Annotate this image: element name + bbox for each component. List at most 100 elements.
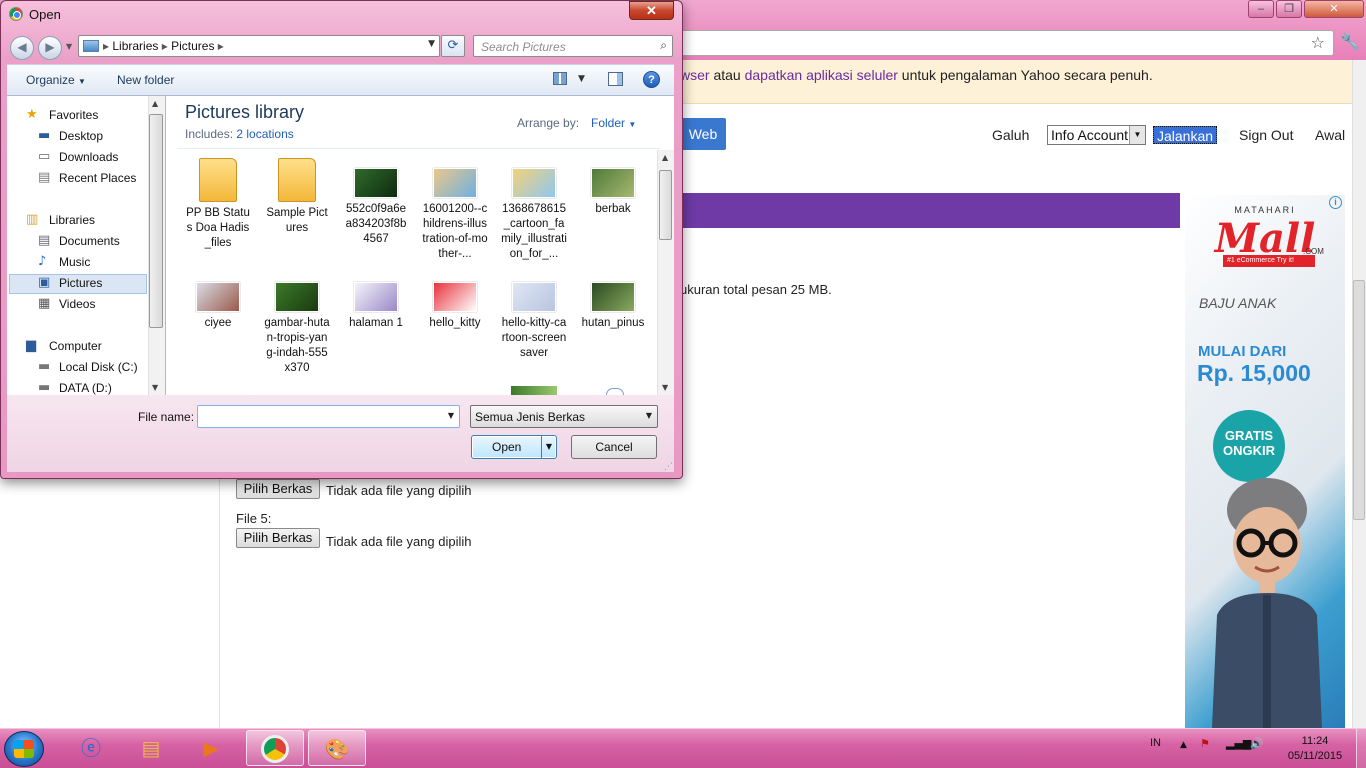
- banner-app-link[interactable]: dapatkan aplikasi seluler: [745, 67, 898, 83]
- library-icon: [83, 40, 99, 52]
- nav-item-libraries[interactable]: Libraries: [49, 213, 95, 227]
- nav-item-recent-places[interactable]: Recent Places: [59, 171, 136, 185]
- scroll-up-icon[interactable]: ▲: [152, 99, 158, 108]
- web-search-button[interactable]: Web: [680, 118, 726, 150]
- sign-out-link[interactable]: Sign Out: [1239, 127, 1293, 143]
- user-name[interactable]: Galuh: [992, 127, 1029, 143]
- breadcrumb-separator: ▸: [103, 39, 113, 53]
- wrench-icon[interactable]: 🔧: [1340, 32, 1360, 51]
- file-item[interactable]: hello-kitty-cartoon-screensaver: [495, 272, 573, 361]
- nav-item-favorites[interactable]: Favorites: [49, 108, 98, 122]
- chevron-down-icon: ▼: [78, 77, 86, 86]
- new-folder-button[interactable]: New folder: [117, 73, 174, 87]
- nav-item-downloads[interactable]: Downloads: [59, 150, 118, 164]
- forward-arrow-icon[interactable]: ▶: [38, 36, 62, 60]
- close-window-button[interactable]: ✕: [1304, 0, 1364, 18]
- nav-item-desktop[interactable]: Desktop: [59, 129, 103, 143]
- chrome-taskbar-icon[interactable]: [246, 730, 304, 766]
- files-scrollbar-thumb[interactable]: [659, 170, 672, 240]
- banner-text-part: atau: [709, 67, 745, 83]
- file-name: gambar-hutan-tropis-yang-indah-555x370: [264, 317, 330, 374]
- choose-file-5-button[interactable]: Pilih Berkas: [236, 528, 320, 548]
- nav-item-music[interactable]: Music: [59, 255, 90, 269]
- open-options-dropdown[interactable]: ▼: [541, 436, 556, 458]
- jalankan-button[interactable]: Jalankan: [1153, 126, 1218, 144]
- breadcrumb-libraries[interactable]: Libraries: [112, 39, 158, 53]
- advertisement[interactable]: i MATAHARI Mall .COM #1 eCommerce Try it…: [1185, 195, 1345, 728]
- refresh-icon[interactable]: ⟳: [441, 35, 465, 57]
- file-item[interactable]: berbak: [574, 158, 652, 217]
- file-item[interactable]: halaman 1: [337, 272, 415, 331]
- folder-icon: [199, 158, 237, 202]
- dialog-address-bar[interactable]: ▸ Libraries ▸ Pictures ▸ ▼: [78, 35, 440, 57]
- scroll-down-icon[interactable]: ▼: [152, 383, 158, 392]
- history-dropdown-icon[interactable]: ▼: [66, 42, 72, 51]
- breadcrumb: ▸ Libraries ▸ Pictures ▸: [103, 39, 224, 53]
- file-item[interactable]: Sample Pictures: [258, 158, 336, 236]
- file-item[interactable]: hello_kitty: [416, 272, 494, 331]
- page-scrollbar-thumb[interactable]: [1353, 280, 1365, 520]
- change-view-icon[interactable]: [553, 72, 567, 85]
- resize-grip-icon[interactable]: ⋰: [664, 462, 673, 472]
- network-icon[interactable]: ▂▄▆: [1226, 737, 1251, 750]
- file-name: berbak: [595, 203, 631, 215]
- search-input[interactable]: Search Pictures ⌕: [473, 35, 673, 57]
- internet-explorer-icon[interactable]: ⓔ: [62, 730, 120, 766]
- scroll-down-icon[interactable]: ▼: [662, 383, 668, 392]
- nav-item-computer[interactable]: Computer: [49, 339, 102, 353]
- media-player-icon[interactable]: ▶: [182, 730, 240, 766]
- file-item[interactable]: gambar-hutan-tropis-yang-indah-555x370: [258, 272, 336, 376]
- nav-item-local-disk-c[interactable]: Local Disk (C:): [59, 360, 138, 374]
- file-item[interactable]: 1368678615_cartoon_family_illustration_f…: [495, 158, 573, 262]
- file-item[interactable]: 552c0f9a6ea834203f8b4567: [337, 158, 415, 247]
- maximize-button[interactable]: ❐: [1276, 0, 1302, 18]
- window-controls: – ❐ ✕: [1246, 0, 1366, 18]
- dialog-close-button[interactable]: ✕: [629, 1, 674, 20]
- file-item[interactable]: ciyee: [179, 272, 257, 331]
- nav-item-videos[interactable]: Videos: [59, 297, 95, 311]
- paint-icon[interactable]: 🎨: [308, 730, 366, 766]
- show-hidden-icons-icon[interactable]: ▲: [1180, 740, 1187, 750]
- chevron-down-icon[interactable]: ▼: [448, 411, 454, 420]
- action-center-icon[interactable]: ⚑: [1200, 737, 1210, 750]
- help-icon[interactable]: ?: [643, 71, 660, 88]
- bookmark-star-icon[interactable]: ☆: [1311, 33, 1325, 52]
- breadcrumb-pictures[interactable]: Pictures: [171, 39, 214, 53]
- language-indicator[interactable]: IN: [1150, 737, 1161, 749]
- nav-item-data-d[interactable]: DATA (D:): [59, 381, 112, 395]
- partial-thumbnail[interactable]: [511, 386, 557, 395]
- file-item[interactable]: PP BB Status Doa Hadis_files: [179, 158, 257, 251]
- preview-pane-icon[interactable]: [608, 72, 623, 86]
- cancel-button[interactable]: Cancel: [571, 435, 657, 459]
- show-desktop-button[interactable]: [1356, 729, 1366, 768]
- banner-browser-link[interactable]: wser: [680, 67, 710, 83]
- home-link[interactable]: Awal: [1315, 127, 1345, 143]
- address-bar[interactable]: ☆: [680, 30, 1334, 56]
- nav-scrollbar-thumb[interactable]: [149, 114, 163, 328]
- file-type-select[interactable]: Semua Jenis Berkas ▼: [470, 405, 658, 428]
- arrange-by-dropdown[interactable]: Folder ▼: [591, 116, 636, 130]
- nav-item-pictures[interactable]: Pictures: [59, 276, 102, 290]
- partial-thumbnail[interactable]: [606, 388, 624, 395]
- address-dropdown-icon[interactable]: ▼: [428, 39, 435, 49]
- file-explorer-icon[interactable]: ▤: [122, 730, 180, 766]
- back-arrow-icon[interactable]: ◀: [10, 36, 34, 60]
- organize-button[interactable]: Organize ▼: [26, 73, 86, 87]
- volume-icon[interactable]: 🔊: [1250, 737, 1264, 750]
- scroll-up-icon[interactable]: ▲: [662, 153, 668, 162]
- file-item[interactable]: hutan_pinus: [574, 272, 652, 331]
- file-type-value: Semua Jenis Berkas: [475, 410, 586, 424]
- includes-link[interactable]: 2 locations: [236, 127, 293, 141]
- windows-logo-icon: [14, 740, 34, 758]
- file-item[interactable]: 16001200--childrens-illustration-of-moth…: [416, 158, 494, 262]
- account-select-value: Info Account: [1051, 127, 1129, 143]
- star-icon: ★: [26, 107, 38, 122]
- clock[interactable]: 11:24 05/11/2015: [1280, 734, 1350, 764]
- view-dropdown-icon[interactable]: ▼: [578, 74, 585, 84]
- account-select[interactable]: Info Account ▼: [1047, 125, 1146, 145]
- file-name: Sample Pictures: [266, 207, 328, 234]
- file-name-input[interactable]: ▼: [197, 405, 460, 428]
- minimize-button[interactable]: –: [1248, 0, 1274, 18]
- nav-item-documents[interactable]: Documents: [59, 234, 120, 248]
- choose-file-4-button[interactable]: Pilih Berkas: [236, 479, 320, 499]
